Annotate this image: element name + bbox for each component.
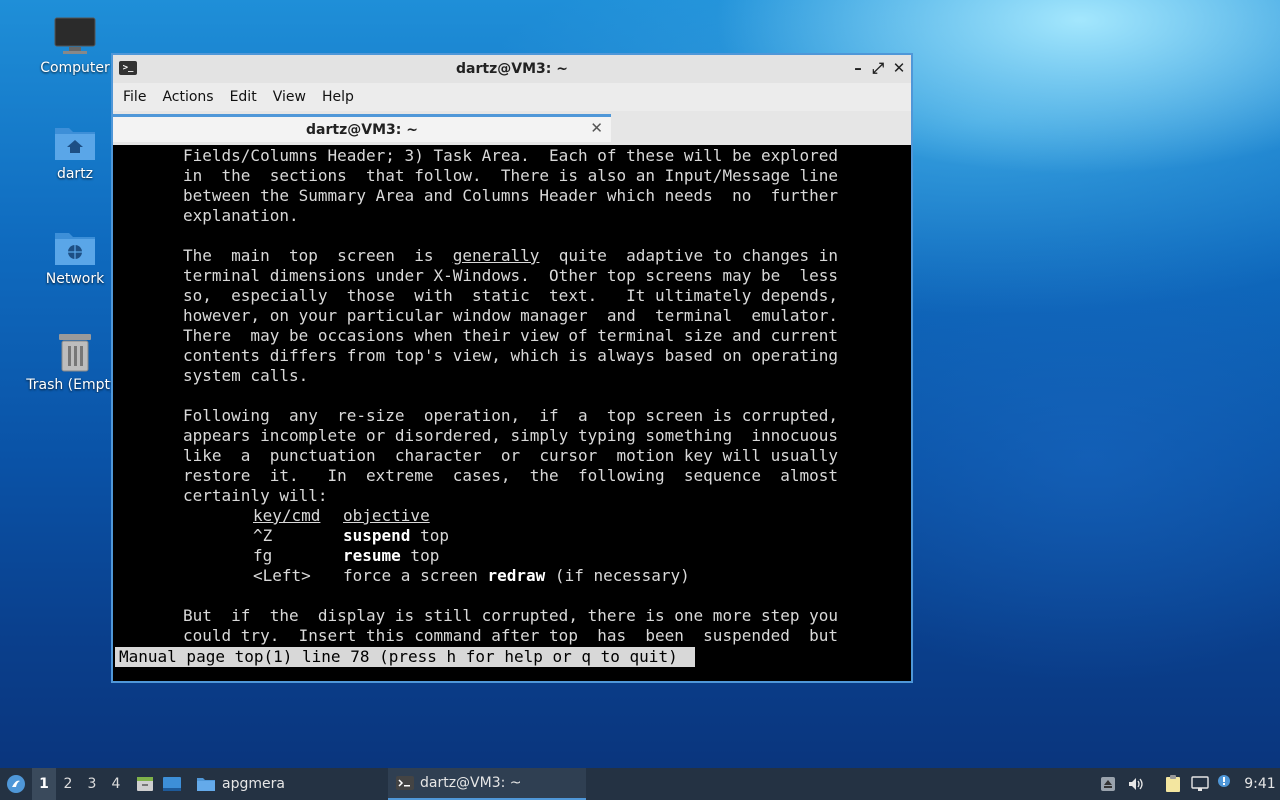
table-row: ^Z suspend top: [253, 526, 449, 546]
notification-icon: [1218, 775, 1230, 787]
text-segment: force a screen: [343, 566, 488, 585]
file-cabinet-icon: [137, 777, 153, 791]
table-objective: resume top: [343, 546, 439, 566]
terminal-app-icon: >_: [119, 61, 137, 75]
menu-help[interactable]: Help: [314, 89, 362, 105]
text-cursor: [681, 647, 691, 665]
tab-bar: dartz@VM3: ~ ✕: [113, 111, 911, 145]
app-menu-icon: [7, 775, 25, 793]
terminal-line: But if the display is still corrupted, t…: [183, 606, 839, 625]
terminal-line: Following any re-size operation, if a to…: [183, 406, 839, 425]
tray-item-notifications[interactable]: [1216, 768, 1232, 800]
window-titlebar[interactable]: >_ dartz@VM3: ~ – ⤢ ✕: [113, 55, 911, 83]
pager-status-line: Manual page top(1) line 78 (press h for …: [115, 647, 695, 667]
status-text: Manual page top(1) line 78 (press h for …: [119, 647, 678, 666]
show-desktop-launcher[interactable]: [161, 768, 183, 800]
terminal-line: contents differs from top's view, which …: [183, 346, 839, 365]
table-row: fg resume top: [253, 546, 439, 566]
text-segment: (if necessary): [545, 566, 690, 585]
terminal-line: appears incomplete or disordered, simply…: [183, 426, 839, 445]
terminal-line: like a punctuation character or cursor m…: [183, 446, 839, 465]
bold-text: resume: [343, 546, 401, 565]
tab-terminal[interactable]: dartz@VM3: ~ ✕: [113, 114, 611, 142]
workspace-4[interactable]: 4: [104, 768, 128, 800]
close-button[interactable]: ✕: [890, 59, 908, 77]
terminal-line: so, especially those with static text. I…: [183, 286, 839, 305]
terminal-line: terminal dimensions under X-Windows. Oth…: [183, 266, 839, 285]
table-row: <Left> force a screen redraw (if necessar…: [253, 566, 690, 586]
terminal-line: system calls.: [183, 366, 309, 385]
underlined-text: generally: [452, 246, 540, 265]
tray-item-clipboard[interactable]: [1163, 768, 1183, 800]
maximize-button[interactable]: ⤢: [869, 59, 887, 77]
tray-item-eject[interactable]: [1099, 768, 1117, 800]
table-key: fg: [253, 546, 273, 565]
tray-item-volume[interactable]: [1126, 768, 1146, 800]
tab-close-button[interactable]: ✕: [590, 119, 603, 137]
file-manager-launcher[interactable]: [134, 768, 156, 800]
folder-icon: [197, 778, 215, 791]
task-label: apgmera: [222, 776, 285, 792]
tab-title: dartz@VM3: ~: [306, 121, 418, 138]
taskbar: 1 2 3 4 apgmera dartz@VM3: ~ 9:41: [0, 768, 1280, 800]
text-segment: The main top screen is: [183, 246, 453, 265]
minimize-button[interactable]: –: [849, 59, 867, 77]
terminal-line: certainly will:: [183, 486, 328, 505]
text-segment: quite adaptive to changes in: [539, 246, 839, 265]
clock[interactable]: 9:41: [1244, 768, 1276, 800]
computer-icon: [54, 17, 96, 54]
desktop-icon: [163, 777, 181, 791]
menu-actions[interactable]: Actions: [154, 89, 221, 105]
volume-icon: [1129, 778, 1143, 790]
menubar: File Actions Edit View Help: [113, 83, 911, 111]
text-segment: top: [410, 526, 449, 545]
terminal-line: There may be occasions when their view o…: [183, 326, 839, 345]
bold-text: suspend: [343, 526, 411, 545]
menu-file[interactable]: File: [115, 89, 154, 105]
terminal-line: explanation.: [183, 206, 299, 225]
table-header-row: key/cmd objective: [253, 506, 430, 526]
window-title: dartz@VM3: ~: [456, 61, 568, 77]
table-header-key: key/cmd: [253, 506, 321, 525]
table-key: ^Z: [253, 526, 273, 545]
workspace-3[interactable]: 3: [80, 768, 104, 800]
terminal-line: Fields/Columns Header; 3) Task Area. Eac…: [183, 146, 839, 165]
clipboard-icon: [1166, 775, 1180, 792]
home-folder-icon: [55, 128, 95, 160]
desktop: Computer dartz Network Trash (Empty) >_ …: [0, 0, 1280, 800]
terminal-line: The main top screen is generally quite a…: [183, 246, 838, 266]
taskbar-task-terminal[interactable]: dartz@VM3: ~: [388, 768, 586, 800]
terminal-line: between the Summary Area and Columns Hea…: [183, 186, 839, 205]
start-menu-button[interactable]: [4, 768, 28, 800]
task-label: dartz@VM3: ~: [420, 775, 522, 791]
workspace-1[interactable]: 1: [32, 768, 56, 800]
table-key: <Left>: [253, 566, 311, 585]
terminal-line: however, on your particular window manag…: [183, 306, 839, 325]
bold-text: redraw: [487, 566, 546, 585]
table-objective: force a screen redraw (if necessary): [343, 566, 690, 586]
table-header-objective: objective: [343, 506, 430, 525]
trash-icon: [59, 334, 91, 372]
taskbar-task-folder[interactable]: apgmera: [188, 768, 293, 800]
text-segment: top: [400, 546, 440, 565]
terminal-line: restore it. In extreme cases, the follow…: [183, 466, 839, 485]
terminal-line: could try. Insert this command after top…: [183, 626, 839, 645]
terminal-icon: [396, 776, 414, 790]
terminal-line: in the sections that follow. There is al…: [183, 166, 839, 185]
network-icon: [1191, 776, 1209, 791]
terminal-screen[interactable]: Fields/Columns Header; 3) Task Area. Eac…: [113, 146, 911, 681]
terminal-window: >_ dartz@VM3: ~ – ⤢ ✕ File Actions Edit …: [111, 53, 913, 683]
table-objective: suspend top: [343, 526, 449, 546]
menu-view[interactable]: View: [265, 89, 314, 105]
network-folder-icon: [55, 233, 95, 265]
tray-item-network[interactable]: [1190, 768, 1210, 800]
eject-icon: [1101, 777, 1115, 791]
menu-edit[interactable]: Edit: [222, 89, 265, 105]
workspace-2[interactable]: 2: [56, 768, 80, 800]
